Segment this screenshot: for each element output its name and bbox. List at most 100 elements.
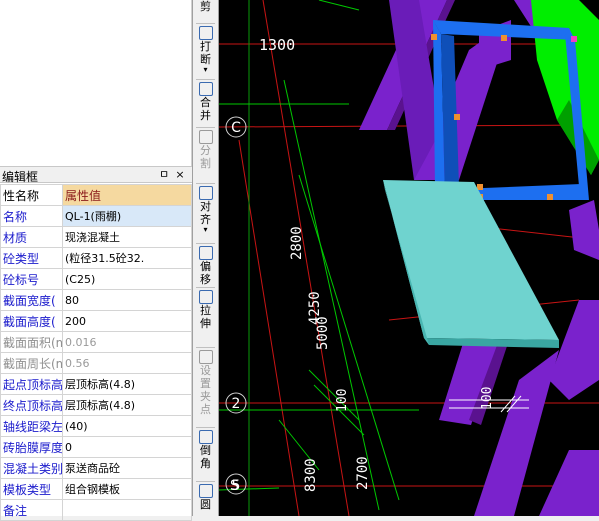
grip-point[interactable] — [431, 34, 437, 40]
toolbar-label: 打断 — [200, 40, 211, 66]
dimension-5000: 5000 — [315, 316, 331, 350]
toolbar-label: 圆 — [200, 498, 211, 511]
toolbar-button-fillet[interactable]: 圆 — [193, 484, 218, 511]
toolbar-label: 分割 — [200, 144, 211, 170]
column-header-value: 属性值 — [62, 184, 192, 206]
property-value[interactable]: 0 — [62, 436, 192, 458]
grid-line — [262, 0, 350, 516]
offset-icon — [198, 246, 213, 260]
property-row[interactable]: 终点顶标高 层顶标高(4.8) — [0, 394, 192, 416]
toolbar-button-align[interactable]: 对齐 ▾ — [193, 186, 218, 234]
toolbar-separator — [196, 79, 215, 80]
dimension-2700: 2700 — [355, 456, 371, 490]
toolbar-button-merge[interactable]: 合并 — [193, 82, 218, 122]
property-table: 性名称 属性值 名称 QL-1(雨棚) 材质 现浇混凝土 砼类型 (粒径31.5砼32. 砼… — [0, 184, 192, 521]
property-value[interactable]: 现浇混凝土 — [62, 226, 192, 248]
property-value: 0.016 — [62, 331, 192, 353]
stretch-icon — [198, 290, 213, 304]
property-value[interactable]: 80 — [62, 289, 192, 311]
property-value[interactable]: 层顶标高(4.8) — [62, 373, 192, 395]
property-name: 备注 — [0, 499, 63, 521]
beam[interactable] — [549, 300, 599, 400]
toolbar-button-split[interactable]: 分割 — [193, 130, 218, 170]
toolbar-button-break[interactable]: 打断 ▾ — [193, 26, 218, 74]
property-row[interactable]: 轴线距梁左 (40) — [0, 415, 192, 437]
property-row[interactable]: 模板类型 组合钢模板 — [0, 478, 192, 500]
property-value[interactable] — [62, 499, 192, 521]
grip-icon — [198, 350, 213, 364]
property-panel-title: 编辑框 — [2, 170, 39, 184]
grid-line — [283, 79, 380, 511]
toolbar-separator — [196, 347, 215, 348]
grid-line — [318, 0, 360, 11]
toolbar-separator — [196, 427, 215, 428]
property-name: 终点顶标高 — [0, 394, 63, 416]
property-row[interactable]: 备注 — [0, 499, 192, 521]
split-icon — [198, 130, 213, 144]
dimension-100-b: 100 — [480, 387, 495, 410]
property-name: 起点顶标高 — [0, 373, 63, 395]
toolbar-button-chamfer[interactable]: 倒角 — [193, 430, 218, 470]
property-value[interactable]: (40) — [62, 415, 192, 437]
property-row[interactable]: 砼类型 (粒径31.5砼32. — [0, 247, 192, 269]
toolbar-label: 合并 — [200, 96, 211, 122]
left-panel: 编辑框 ㅁ × 性名称 属性值 名称 QL-1(雨棚) 材质 现浇混凝土 砼类型 (粒径3… — [0, 0, 192, 521]
dropdown-arrow-icon: ▾ — [203, 225, 208, 234]
axis-prefix-s: S — [230, 478, 239, 494]
property-value[interactable]: 组合钢模板 — [62, 478, 192, 500]
grip-point[interactable] — [501, 35, 507, 41]
property-row[interactable]: 截面周长(m 0.56 — [0, 352, 192, 374]
property-row[interactable]: 砼标号 (C25) — [0, 268, 192, 290]
property-name: 截面宽度( — [0, 289, 63, 311]
grid-line — [308, 369, 360, 421]
toolbar-label: 剪 — [200, 0, 211, 13]
property-value[interactable]: 200 — [62, 310, 192, 332]
axis-label-c: C — [231, 120, 241, 136]
property-value[interactable]: (粒径31.5砼32. — [62, 247, 192, 269]
close-icon[interactable]: × — [174, 168, 186, 181]
pin-icon[interactable]: ㅁ — [158, 168, 170, 181]
toolbar-separator — [196, 183, 215, 184]
property-name: 轴线距梁左 — [0, 415, 63, 437]
property-row[interactable]: 截面宽度(80 — [0, 289, 192, 311]
toolbar-button-grip[interactable]: 设置夹点 — [193, 350, 218, 416]
property-value[interactable]: QL-1(雨棚) — [62, 205, 192, 227]
property-row[interactable]: 砖胎膜厚度 0 — [0, 436, 192, 458]
beam[interactable] — [569, 200, 599, 260]
property-row[interactable]: 材质 现浇混凝土 — [0, 226, 192, 248]
grip-point[interactable] — [571, 36, 577, 42]
property-value[interactable]: (C25) — [62, 268, 192, 290]
toolbar-button-offset[interactable]: 偏移 — [193, 246, 218, 286]
beam[interactable] — [539, 450, 599, 516]
property-row[interactable]: 混凝土类别 泵送商品砼 — [0, 457, 192, 479]
toolbar-separator — [196, 23, 215, 24]
property-table-header: 性名称 属性值 — [0, 184, 192, 206]
drawing-canvas[interactable]: C 2 5 S 1300 2800 4250 5000 100 100 8300… — [219, 0, 599, 516]
property-row[interactable]: 截面面积(m 0.016 — [0, 331, 192, 353]
grid-line — [298, 174, 400, 501]
break-icon — [198, 26, 213, 40]
dimension-100-a: 100 — [335, 389, 350, 412]
property-row[interactable]: 截面高度(200 — [0, 310, 192, 332]
toolbar-button-stretch[interactable]: 拉伸 — [193, 290, 218, 330]
grip-point[interactable] — [477, 184, 483, 190]
property-name: 截面面积(m — [0, 331, 63, 353]
grid-line — [238, 139, 300, 516]
grip-point[interactable] — [547, 194, 553, 200]
align-icon — [198, 186, 213, 200]
toolbar-button-scissors[interactable]: 剪 — [193, 0, 218, 13]
property-name: 截面高度( — [0, 310, 63, 332]
toolbar-separator — [196, 481, 215, 482]
panel-upper-area — [0, 0, 192, 166]
merge-icon — [198, 82, 213, 96]
property-value[interactable]: 泵送商品砼 — [62, 457, 192, 479]
property-row[interactable]: 名称 QL-1(雨棚) — [0, 205, 192, 227]
toolbar-label: 拉伸 — [200, 304, 211, 330]
canopy-slab[interactable] — [383, 180, 559, 340]
property-name: 砼类型 — [0, 247, 63, 269]
toolbar-separator — [196, 127, 215, 128]
grip-point[interactable] — [454, 114, 460, 120]
model-view[interactable]: C 2 5 S 1300 2800 4250 5000 100 100 8300… — [219, 0, 599, 516]
property-row[interactable]: 起点顶标高 层顶标高(4.8) — [0, 373, 192, 395]
property-value[interactable]: 层顶标高(4.8) — [62, 394, 192, 416]
